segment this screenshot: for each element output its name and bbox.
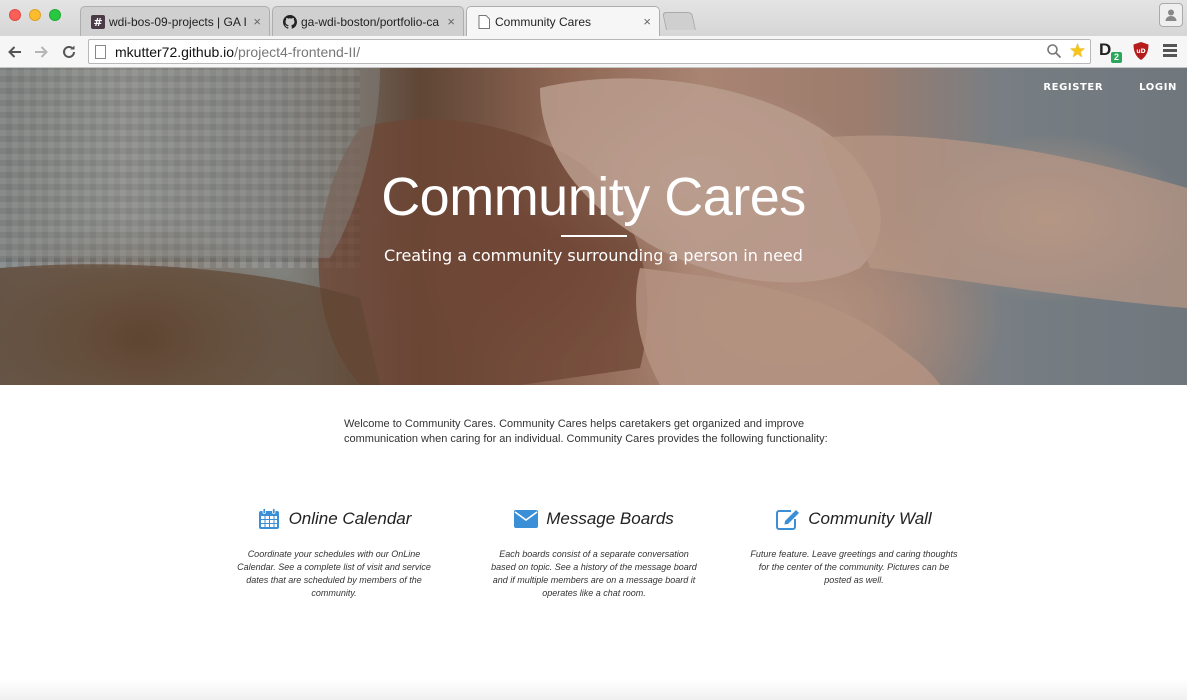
page-icon — [95, 45, 106, 59]
github-icon — [283, 14, 297, 29]
extension-badge: 2 — [1111, 52, 1122, 63]
profile-button[interactable] — [1159, 3, 1183, 27]
tab-close-icon[interactable]: × — [253, 15, 261, 28]
feature-title: Online Calendar — [288, 509, 412, 528]
envelope-icon — [514, 507, 539, 531]
feature-heading: Community Wall — [744, 506, 964, 532]
bookmark-star-icon[interactable]: ★ — [1069, 40, 1086, 63]
tab-close-icon[interactable]: × — [447, 15, 455, 28]
ublock-shield-icon[interactable]: uD — [1132, 41, 1150, 61]
feature-heading: Online Calendar — [224, 506, 444, 532]
feature-title: Message Boards — [546, 509, 674, 528]
calendar-icon — [257, 507, 281, 531]
tab-close-icon[interactable]: × — [643, 15, 651, 28]
hero-banner: REGISTER LOGIN Community Cares Creating … — [0, 68, 1187, 385]
url-path: /project4-frontend-II/ — [234, 44, 361, 60]
forward-button[interactable] — [30, 41, 52, 63]
forward-arrow-icon — [35, 46, 48, 58]
url-text[interactable]: mkutter72.github.io/project4-frontend-II… — [115, 44, 360, 60]
login-link[interactable]: LOGIN — [1139, 82, 1177, 93]
url-host: mkutter72.github.io — [115, 44, 235, 60]
feature-description: Future feature. Leave greetings and cari… — [750, 549, 958, 585]
feature-title: Community Wall — [808, 509, 932, 528]
hero-title: Community Cares — [381, 167, 806, 227]
menu-hamburger-icon[interactable] — [1163, 44, 1177, 58]
extension-d-button[interactable]: D 2 — [1099, 40, 1122, 63]
reload-button[interactable] — [58, 41, 80, 63]
edit-icon — [776, 507, 800, 531]
tab-title: wdi-bos-09-projects | GA I — [109, 14, 247, 29]
back-button[interactable] — [4, 41, 26, 63]
footer-fade — [0, 680, 1187, 700]
slack-hash-icon: # — [91, 14, 105, 29]
intro-paragraph: Welcome to Community Cares. Community Ca… — [344, 418, 828, 445]
hero-subtitle: Creating a community surrounding a perso… — [384, 246, 803, 265]
hero-divider — [561, 235, 627, 237]
browser-tab-github[interactable]: ga-wdi-boston/portfolio-ca × — [272, 6, 464, 36]
svg-text:#: # — [93, 16, 102, 29]
feature-online-calendar: Online Calendar Coordinate your schedule… — [224, 506, 444, 600]
page-icon — [477, 14, 491, 29]
reload-icon — [63, 45, 75, 58]
register-link[interactable]: REGISTER — [1043, 82, 1103, 93]
feature-description: Coordinate your schedules with our OnLin… — [237, 549, 431, 598]
address-bar[interactable]: mkutter72.github.io/project4-frontend-II… — [88, 39, 1091, 64]
zoom-window-button[interactable] — [49, 9, 61, 21]
user-icon — [1165, 9, 1177, 21]
close-window-button[interactable] — [9, 9, 21, 21]
hero-nav: REGISTER LOGIN — [1043, 82, 1177, 93]
browser-tab-community-cares[interactable]: Community Cares × — [466, 6, 660, 36]
extension-letter: D — [1099, 40, 1112, 59]
browser-tab-slack[interactable]: # wdi-bos-09-projects | GA I × — [80, 6, 270, 36]
page-content: REGISTER LOGIN Community Cares Creating … — [0, 68, 1187, 700]
browser-titlebar: # wdi-bos-09-projects | GA I × ga-wdi-bo… — [0, 0, 1187, 36]
back-arrow-icon — [8, 46, 21, 58]
minimize-window-button[interactable] — [29, 9, 41, 21]
feature-message-boards: Message Boards Each boards consist of a … — [484, 506, 704, 600]
search-icon[interactable] — [1046, 43, 1062, 59]
feature-community-wall: Community Wall Future feature. Leave gre… — [744, 506, 964, 587]
new-tab-button[interactable] — [662, 12, 696, 30]
tab-title: Community Cares — [495, 14, 592, 29]
feature-description: Each boards consist of a separate conver… — [491, 549, 697, 598]
browser-toolbar: mkutter72.github.io/project4-frontend-II… — [0, 36, 1187, 68]
ublock-label: uD — [1136, 48, 1145, 55]
tab-title: ga-wdi-boston/portfolio-ca — [301, 14, 440, 29]
feature-heading: Message Boards — [484, 506, 704, 532]
